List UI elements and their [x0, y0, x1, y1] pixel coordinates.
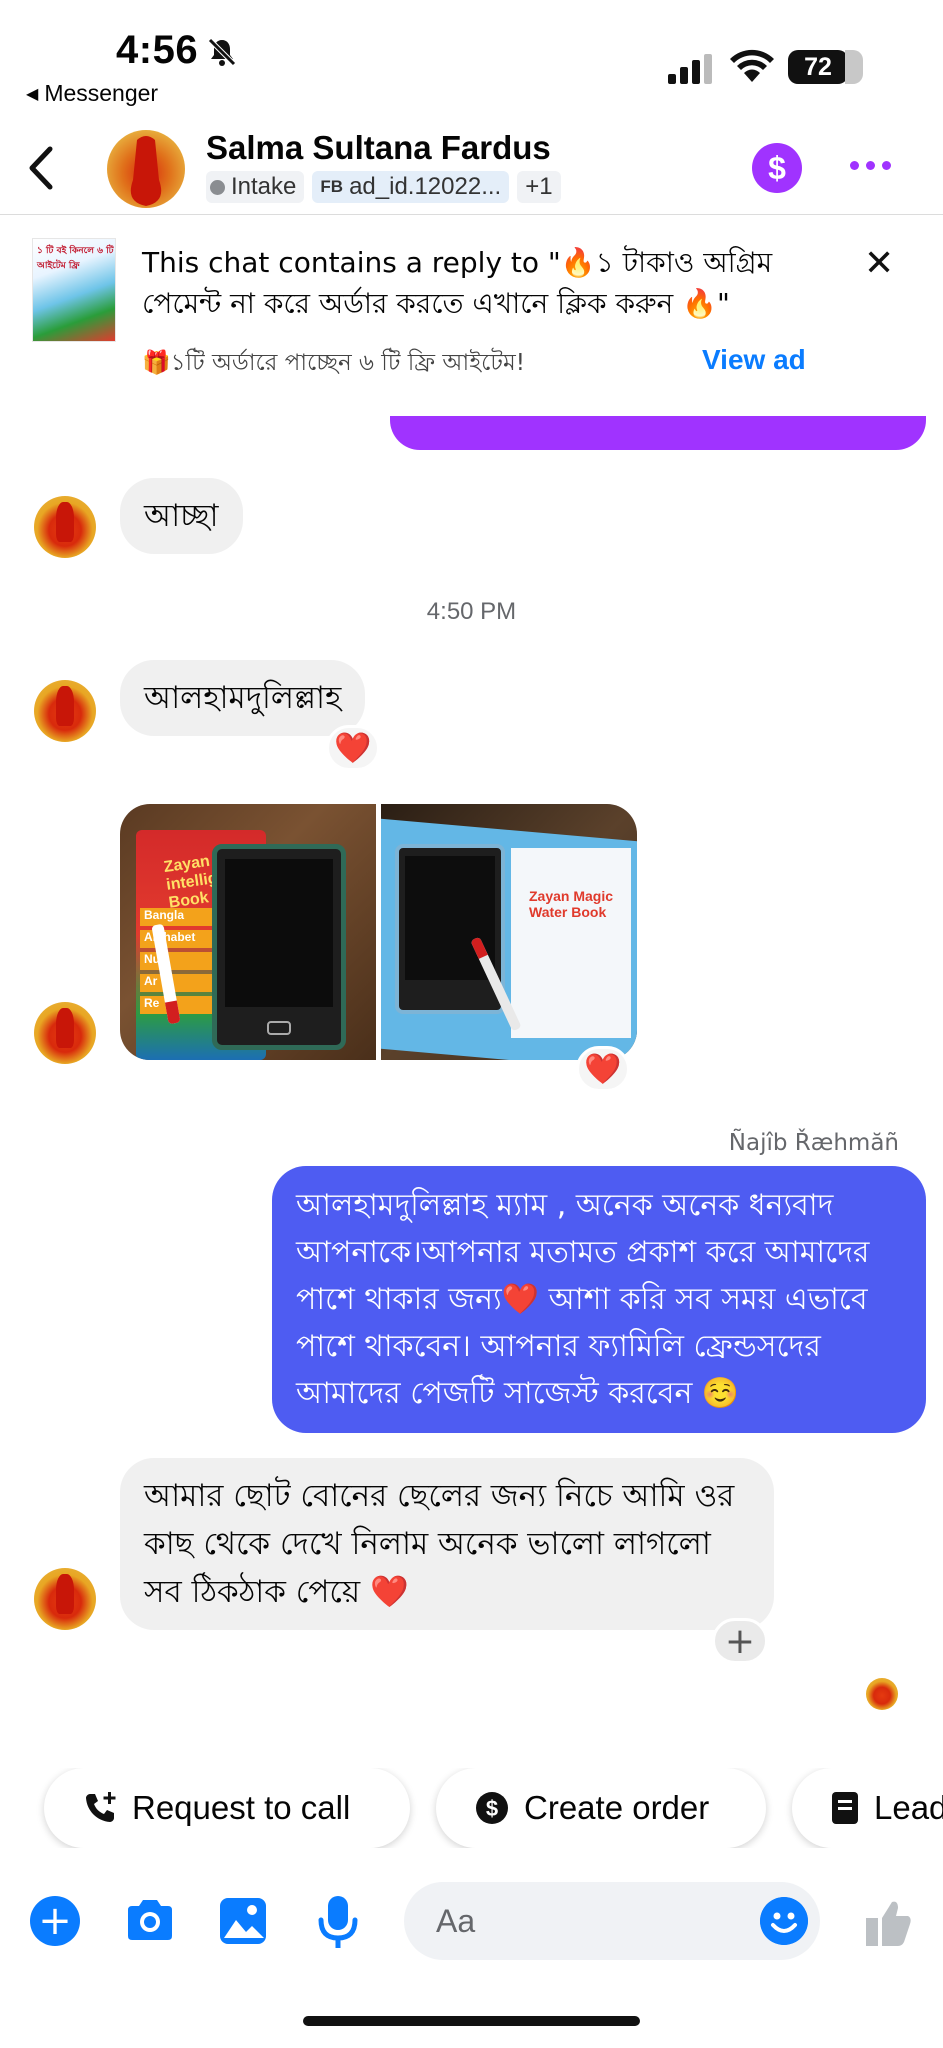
wifi-icon — [730, 49, 774, 82]
close-icon[interactable]: ✕ — [864, 246, 894, 282]
chat-header: Salma Sultana Fardus Intake FB ad_id.120… — [0, 115, 943, 215]
tablet-image — [395, 844, 505, 1014]
heart-reaction-icon[interactable]: ❤️ — [576, 1046, 630, 1092]
lead-button[interactable]: Lead — [792, 1768, 943, 1848]
book-page-image: Zayan Magic Water Book — [511, 848, 631, 1038]
dot-icon — [882, 161, 891, 170]
book-row-text: Re — [140, 996, 220, 1014]
quick-actions-row: Request to call $ Create order Lead — [0, 1768, 943, 1848]
contact-avatar-small — [34, 496, 96, 558]
more-options-button[interactable] — [850, 161, 891, 170]
request-to-call-button[interactable]: Request to call — [44, 1768, 410, 1848]
like-icon[interactable] — [862, 1898, 914, 1948]
book-row-text: Nu — [140, 952, 220, 970]
book-title-text: Zayan Magic Water Book — [529, 888, 614, 920]
ad-reply-text: This chat contains a reply to "🔥১ টাকাও … — [142, 246, 773, 320]
tag-more[interactable]: +1 — [517, 171, 561, 203]
message-bubble-outgoing[interactable]: আলহামদুলিল্লাহ ম্যাম , অনেক অনেক ধন্যবাদ… — [272, 1166, 926, 1433]
chip-label: Create order — [524, 1789, 710, 1826]
ad-gift-text: 🎁১টি অর্ডারে পাচ্ছেন ৬ টি ফ্রি আইটেম! — [142, 350, 525, 376]
contact-avatar-small — [34, 1568, 96, 1630]
gallery-icon[interactable] — [218, 1896, 268, 1946]
back-to-app-link[interactable]: ◀ Messenger — [26, 80, 158, 107]
message-input[interactable] — [404, 1882, 820, 1960]
message-bubble-outgoing-partial[interactable] — [390, 416, 926, 450]
emoji-icon[interactable] — [760, 1897, 808, 1945]
contact-avatar[interactable] — [107, 130, 185, 208]
message-text: আলহামদুলিল্লাহ ম্যাম , অনেক অনেক ধন্যবাদ… — [296, 1188, 870, 1411]
message-composer: + — [0, 1878, 943, 1974]
bell-off-icon — [208, 38, 236, 66]
svg-text:$: $ — [486, 1796, 498, 1821]
contact-avatar-small — [34, 680, 96, 742]
ad-reply-banner: ১ টি বই কিনলে ৬ টি আইটেম ফ্রি This chat … — [0, 216, 943, 416]
message-bubble-incoming[interactable]: আলহামদুলিল্লাহ — [120, 660, 366, 736]
dollar-circle-icon: $ — [476, 1792, 508, 1824]
sender-name: Ñajîb Řæhmăñ — [728, 1130, 899, 1156]
dot-icon — [850, 161, 859, 170]
heart-reaction-icon[interactable]: ❤️ — [326, 725, 380, 771]
camera-icon[interactable] — [124, 1896, 176, 1944]
plus-icon[interactable]: + — [30, 1896, 80, 1946]
tablet-image — [212, 844, 346, 1050]
microphone-icon[interactable] — [318, 1896, 358, 1950]
contact-avatar-small — [34, 1002, 96, 1064]
status-time: 4:56 — [116, 28, 199, 72]
message-text: আচ্ছা — [144, 498, 219, 534]
seen-avatar — [866, 1678, 898, 1710]
contact-tags: Intake FB ad_id.12022... +1 — [206, 171, 561, 203]
payment-button[interactable]: $ — [752, 143, 802, 193]
photo-attachment[interactable]: Zayan intelligence Book Bangla Alphabet … — [120, 804, 376, 1060]
tag-ad-label: ad_id.12022... — [349, 173, 502, 200]
chip-label: Lead — [874, 1789, 943, 1826]
message-bubble-incoming[interactable]: আমার ছোট বোনের ছেলের জন্য নিচে আমি ওর কা… — [120, 1458, 774, 1630]
home-indicator[interactable] — [303, 2016, 640, 2026]
back-triangle-icon: ◀ — [26, 85, 39, 103]
tag-intake-label: Intake — [231, 173, 297, 200]
signal-icon — [668, 54, 712, 84]
contact-name[interactable]: Salma Sultana Fardus — [206, 129, 551, 167]
message-timestamp: 4:50 PM — [426, 598, 517, 625]
ad-thumbnail-text: ১ টি বই কিনলে ৬ টি আইটেম ফ্রি — [37, 246, 114, 271]
photo-attachment[interactable]: Zayan Magic Water Book — [381, 804, 637, 1060]
dot-icon — [866, 161, 875, 170]
status-bar: 4:56 ◀ Messenger 72 — [0, 0, 943, 115]
phone-plus-icon — [86, 1792, 116, 1822]
tag-ad-id[interactable]: FB ad_id.12022... — [312, 171, 510, 203]
message-text: আমার ছোট বোনের ছেলের জন্য নিচে আমি ওর কা… — [144, 1478, 735, 1610]
view-ad-link[interactable]: View ad — [702, 344, 806, 376]
book-row-text: Bangla — [140, 908, 220, 926]
battery-icon: 72 — [788, 50, 863, 84]
message-bubble-incoming[interactable]: আচ্ছা — [120, 478, 243, 554]
message-text: আলহামদুলিল্লাহ — [144, 680, 342, 716]
back-app-label: Messenger — [44, 80, 159, 106]
chip-label: Request to call — [132, 1789, 351, 1826]
status-dot-icon — [210, 179, 225, 195]
dollar-icon: $ — [768, 149, 786, 186]
tag-intake[interactable]: Intake — [206, 171, 305, 203]
battery-level: 72 — [804, 52, 832, 81]
tag-ad-prefix: FB — [320, 177, 344, 196]
create-order-button[interactable]: $ Create order — [436, 1768, 766, 1848]
document-icon — [832, 1792, 858, 1824]
back-button[interactable] — [22, 143, 62, 193]
ad-thumbnail[interactable]: ১ টি বই কিনলে ৬ টি আইটেম ফ্রি — [32, 238, 116, 342]
add-reaction-button[interactable]: + — [712, 1618, 768, 1664]
book-row-text: Ar — [140, 974, 220, 992]
